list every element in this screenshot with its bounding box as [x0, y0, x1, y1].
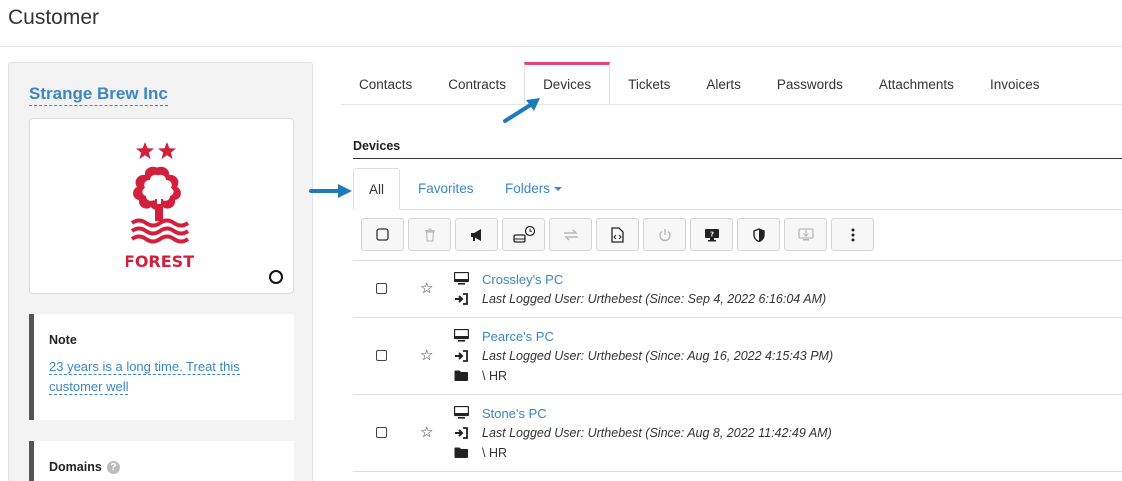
svg-text:?: ?	[709, 230, 713, 238]
note-text[interactable]: 23 years is a long time. Treat this cust…	[49, 357, 264, 397]
device-name-link[interactable]: Pearce's PC	[482, 329, 554, 344]
trash-icon	[424, 228, 435, 242]
transfer-button[interactable]	[549, 218, 592, 251]
subtab-favorites[interactable]: Favorites	[418, 168, 474, 210]
security-button[interactable]	[737, 218, 780, 251]
device-toolbar: ?	[361, 218, 874, 251]
select-all-button[interactable]	[361, 218, 404, 251]
tab-invoices[interactable]: Invoices	[972, 62, 1058, 104]
tab-tickets[interactable]: Tickets	[610, 62, 688, 104]
remote-control-button[interactable]: ?	[690, 218, 733, 251]
favorite-star-icon[interactable]: ☆	[420, 348, 433, 363]
scheduled-job-button[interactable]	[502, 218, 545, 251]
customer-tabs: Contacts Contracts Devices Tickets Alert…	[341, 62, 1057, 104]
tab-attachments[interactable]: Attachments	[861, 62, 972, 104]
checkbox-icon	[376, 228, 389, 241]
desktop-icon	[454, 329, 469, 342]
megaphone-icon	[470, 228, 481, 241]
note-heading: Note	[49, 333, 77, 347]
row-divider	[353, 394, 1122, 395]
folder-path: \ HR	[482, 369, 507, 383]
desktop-icon	[454, 406, 469, 419]
tab-passwords[interactable]: Passwords	[759, 62, 861, 104]
row-divider	[353, 317, 1122, 318]
sign-in-icon	[455, 427, 468, 439]
last-logged-user: Last Logged User: Urthebest (Since: Aug …	[482, 349, 834, 363]
status-circle-icon	[269, 270, 283, 284]
company-logo-card: FOREST	[29, 118, 294, 294]
row-checkbox[interactable]	[376, 427, 387, 438]
folder-icon	[454, 447, 468, 458]
favorite-star-icon[interactable]: ☆	[420, 425, 433, 440]
annotation-arrow-icon	[503, 98, 540, 123]
sign-in-icon	[455, 350, 468, 362]
favorite-star-icon[interactable]: ☆	[420, 281, 433, 296]
folder-path: \ HR	[482, 446, 507, 460]
tabs-divider	[341, 104, 1122, 105]
scheduled-job-icon	[512, 225, 535, 243]
domains-card: Domains?	[29, 441, 294, 481]
note-card: Note 23 years is a long time. Treat this…	[29, 314, 294, 420]
company-name-link[interactable]: Strange Brew Inc	[29, 84, 168, 106]
customer-sidebar: Strange Brew Inc FOREST Note 23 years is…	[8, 62, 313, 481]
power-button[interactable]	[643, 218, 686, 251]
broadcast-message-button[interactable]	[455, 218, 498, 251]
page-title: Customer	[8, 6, 100, 29]
domains-heading: Domains?	[49, 460, 120, 474]
run-script-button[interactable]	[596, 218, 639, 251]
domains-heading-label: Domains	[49, 460, 102, 474]
subtab-folders-dropdown[interactable]: Folders	[505, 168, 563, 210]
delete-button[interactable]	[408, 218, 451, 251]
caret-down-icon	[554, 187, 563, 191]
desktop-icon	[454, 272, 469, 285]
install-button[interactable]	[784, 218, 827, 251]
shield-icon	[752, 227, 765, 242]
more-icon	[851, 228, 854, 241]
folders-label: Folders	[505, 181, 551, 196]
crest-logo-text: FOREST	[126, 252, 194, 271]
row-checkbox[interactable]	[376, 283, 387, 294]
tab-contacts[interactable]: Contacts	[341, 62, 430, 104]
remote-screen-icon: ?	[704, 228, 719, 241]
forest-crest-logo: FOREST	[126, 142, 194, 271]
subtab-all[interactable]: All	[353, 168, 400, 210]
title-divider	[0, 46, 1122, 47]
folder-icon	[454, 370, 468, 381]
tab-alerts[interactable]: Alerts	[688, 62, 759, 104]
last-logged-user: Last Logged User: Urthebest (Since: Sep …	[482, 292, 827, 306]
help-icon[interactable]: ?	[106, 461, 120, 474]
device-name-link[interactable]: Crossley's PC	[482, 272, 563, 287]
annotation-arrow-icon	[309, 184, 352, 198]
install-icon	[797, 227, 814, 240]
row-checkbox[interactable]	[376, 350, 387, 361]
sign-in-icon	[455, 293, 468, 305]
row-divider	[353, 260, 1122, 261]
row-divider	[353, 471, 1122, 472]
more-actions-button[interactable]	[831, 218, 874, 251]
power-icon	[658, 228, 671, 241]
last-logged-user: Last Logged User: Urthebest (Since: Aug …	[482, 426, 832, 440]
device-name-link[interactable]: Stone's PC	[482, 406, 547, 421]
transfer-icon	[563, 229, 578, 240]
note-text-link[interactable]: 23 years is a long time. Treat this cust…	[49, 359, 240, 395]
section-divider	[353, 158, 1122, 159]
script-icon	[611, 226, 624, 243]
devices-section-title: Devices	[353, 139, 401, 153]
